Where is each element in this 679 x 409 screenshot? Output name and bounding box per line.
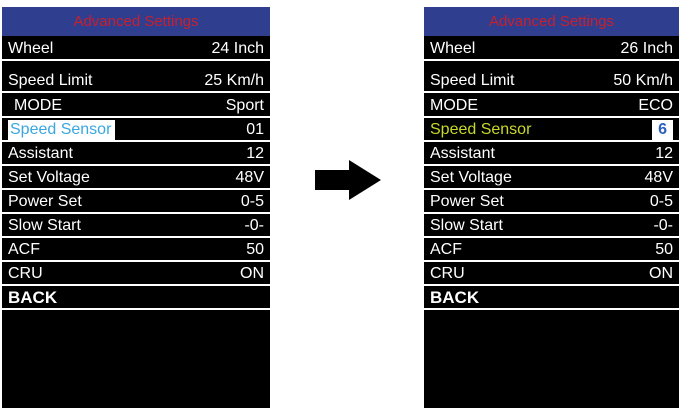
setting-label: Wheel [8, 40, 54, 57]
setting-value: 50 Km/h [613, 72, 673, 89]
setting-row-speed-limit[interactable]: Speed Limit 25 Km/h [2, 71, 270, 93]
setting-row-cru[interactable]: CRU ON [2, 264, 270, 286]
setting-row-speed-sensor[interactable]: Speed Sensor 01 [2, 120, 270, 142]
setting-label: Slow Start [8, 217, 81, 234]
setting-label: ACF [8, 241, 40, 258]
setting-label: Power Set [8, 193, 82, 210]
setting-row-mode[interactable]: MODE ECO [424, 96, 679, 118]
setting-value: 48V [644, 169, 673, 186]
setting-row-mode[interactable]: MODE Sport [2, 96, 270, 118]
back-button[interactable]: BACK [2, 288, 270, 310]
setting-row-acf[interactable]: ACF 50 [2, 240, 270, 262]
back-label: BACK [430, 288, 480, 307]
setting-label-selected: Speed Sensor [8, 120, 116, 140]
settings-screen-before: Advanced Settings Wheel 24 Inch Speed Li… [2, 7, 270, 408]
setting-value: -0- [244, 217, 264, 234]
back-button[interactable]: BACK [424, 288, 679, 310]
screen-title: Advanced Settings [2, 7, 270, 36]
setting-label: CRU [8, 265, 43, 282]
setting-value: 48V [235, 169, 264, 186]
setting-value: 0-5 [649, 193, 673, 210]
setting-row-speed-sensor[interactable]: Speed Sensor 6 [424, 120, 679, 142]
setting-value: 50 [655, 241, 673, 258]
setting-value: ON [649, 265, 673, 282]
setting-value: ON [240, 265, 264, 282]
setting-row-slow-start[interactable]: Slow Start -0- [424, 216, 679, 238]
setting-row-wheel[interactable]: Wheel 24 Inch [2, 39, 270, 61]
setting-value: 01 [246, 121, 264, 138]
setting-row-set-voltage[interactable]: Set Voltage 48V [2, 168, 270, 190]
settings-screen-after: Advanced Settings Wheel 26 Inch Speed Li… [424, 7, 679, 408]
setting-row-assistant[interactable]: Assistant 12 [424, 144, 679, 166]
setting-row-assistant[interactable]: Assistant 12 [2, 144, 270, 166]
setting-value-editing[interactable]: 6 [652, 120, 673, 140]
setting-value: 0-5 [240, 193, 264, 210]
setting-row-acf[interactable]: ACF 50 [424, 240, 679, 262]
setting-label: Speed Limit [8, 72, 93, 89]
setting-row-set-voltage[interactable]: Set Voltage 48V [424, 168, 679, 190]
setting-label: MODE [14, 97, 62, 114]
setting-label: Power Set [430, 193, 504, 210]
setting-value: 12 [655, 145, 673, 162]
setting-row-wheel[interactable]: Wheel 26 Inch [424, 39, 679, 61]
setting-value: 50 [246, 241, 264, 258]
setting-label-selected: Speed Sensor [430, 121, 532, 138]
setting-row-power-set[interactable]: Power Set 0-5 [2, 192, 270, 214]
setting-value: 26 Inch [620, 40, 673, 57]
setting-label: Set Voltage [430, 169, 512, 186]
setting-label: CRU [430, 265, 465, 282]
setting-row-power-set[interactable]: Power Set 0-5 [424, 192, 679, 214]
setting-value: 12 [246, 145, 264, 162]
setting-value: 25 Km/h [204, 72, 264, 89]
setting-label: Wheel [430, 40, 476, 57]
setting-value: -0- [653, 217, 673, 234]
setting-value: 24 Inch [211, 40, 264, 57]
setting-row-slow-start[interactable]: Slow Start -0- [2, 216, 270, 238]
setting-label: Assistant [8, 145, 73, 162]
screen-title: Advanced Settings [424, 7, 679, 36]
right-arrow-icon [315, 160, 381, 200]
setting-row-cru[interactable]: CRU ON [424, 264, 679, 286]
back-label: BACK [8, 288, 58, 307]
setting-value: ECO [638, 97, 673, 114]
setting-label: Assistant [430, 145, 495, 162]
setting-row-speed-limit[interactable]: Speed Limit 50 Km/h [424, 71, 679, 93]
setting-label: Slow Start [430, 217, 503, 234]
setting-label: Speed Limit [430, 72, 515, 89]
setting-label: Set Voltage [8, 169, 90, 186]
setting-label: MODE [430, 97, 478, 114]
setting-value: Sport [225, 97, 264, 114]
setting-label: ACF [430, 241, 462, 258]
